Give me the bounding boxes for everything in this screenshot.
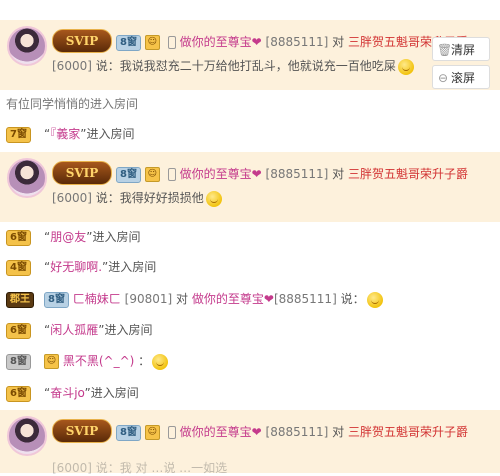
chat-line: 郡王 8窗 ㄈ楠妹ㄈ [90801] 对 做你的至尊宝❤[8885111] 说： xyxy=(0,288,500,310)
sender-id: [90801] xyxy=(124,292,173,306)
sender-num: [6000] xyxy=(52,191,92,205)
sender-num: [6000] xyxy=(52,59,92,73)
to-word: 对 xyxy=(332,425,345,439)
heart-icon: ❤ xyxy=(251,35,262,49)
heart-icon: ❤ xyxy=(263,292,274,306)
sender-id: [8885111] xyxy=(265,425,329,439)
svip-badge: SVIP xyxy=(52,29,112,53)
avatar[interactable] xyxy=(7,416,47,456)
said-word: ： xyxy=(138,354,151,368)
target-name[interactable]: 三胖贺五魁哥荣升子爵 xyxy=(348,167,468,181)
user-name[interactable]: 闲人孤雁 xyxy=(50,323,98,337)
heart-icon: ❤ xyxy=(251,167,262,181)
window-badge: 6窗 xyxy=(6,385,31,402)
sender-id: [8885111] xyxy=(265,167,329,181)
user-icon: ☺ xyxy=(44,354,59,369)
window-badge: 6窗 xyxy=(6,229,31,246)
smile-emoji-icon xyxy=(397,58,414,75)
enter-room-row: 6窗 “奋斗jo”进入房间 xyxy=(0,382,500,404)
sender-id: [8885111] xyxy=(265,35,329,49)
avatar[interactable] xyxy=(7,26,47,66)
avatar[interactable] xyxy=(7,158,47,198)
user-icon: ☺ xyxy=(144,167,160,182)
message-text: 我得好好损损他 xyxy=(119,191,204,205)
scroll-lock-button[interactable]: ⊖ 滚屏 xyxy=(432,65,490,89)
chat-line: 8窗 ☺ 黑不黑(^_^) ： xyxy=(0,350,500,372)
user-icon: ☺ xyxy=(144,35,160,50)
chat-feed: SVIP 8窗 ☺ 做你的至尊宝❤ [8885111] 对 三胖贺五魁哥荣升子爵… xyxy=(0,0,500,475)
window-badge: 8窗 xyxy=(116,166,141,183)
enter-room-row: 6窗 “朋@友”进入房间 xyxy=(0,226,500,248)
sender-name[interactable]: 做你的至尊宝 xyxy=(180,35,252,49)
target-name[interactable]: 做你的至尊宝 xyxy=(192,292,264,306)
message-text: 我说我怼充二十万给他打乱斗，他就说充一百他吃屎 xyxy=(119,59,396,73)
target-id: [8885111] xyxy=(273,292,337,306)
user-name[interactable]: 好无聊啊. xyxy=(50,260,102,274)
said-word: 说： xyxy=(95,191,120,205)
said-word: 说： xyxy=(95,59,120,73)
enter-room-row: 6窗 “闲人孤雁”进入房间 xyxy=(0,319,500,341)
chat-message: SVIP 8窗 ☺ 做你的至尊宝❤ [8885111] 对 三胖贺五魁哥荣升子爵… xyxy=(0,152,500,222)
partial-line: [6000] 说：我 对 …说 …一如选 xyxy=(52,461,228,475)
sender-name[interactable]: 做你的至尊宝 xyxy=(180,167,252,181)
sender-name[interactable]: 黑不黑(^_^) xyxy=(63,354,134,368)
phone-icon xyxy=(167,36,176,49)
user-icon: ☺ xyxy=(144,425,160,440)
chat-message: SVIP 8窗 ☺ 做你的至尊宝❤ [8885111] 对 三胖贺五魁哥荣升子爵… xyxy=(0,410,500,475)
to-word: 对 xyxy=(332,35,345,49)
user-name[interactable]: 朋@友 xyxy=(50,230,86,244)
rank-badge: 郡王 xyxy=(6,291,34,308)
smile-emoji-icon xyxy=(205,190,222,207)
side-buttons: 🗑清屏 ⊖ 滚屏 xyxy=(432,37,490,93)
phone-icon xyxy=(167,426,176,439)
smile-emoji-icon xyxy=(366,291,383,308)
window-badge: 7窗 xyxy=(6,126,31,143)
user-name[interactable]: 奋斗jo xyxy=(50,386,84,400)
enter-room-row: 4窗 “好无聊啊.”进入房间 xyxy=(0,256,500,278)
enter-room-row: 7窗 “『義家”进入房间 xyxy=(0,123,500,145)
user-name[interactable]: 『義家 xyxy=(50,127,80,141)
said-word: 说： xyxy=(340,292,365,306)
window-badge: 8窗 xyxy=(116,424,141,441)
svip-badge: SVIP xyxy=(52,161,112,185)
smile-emoji-icon xyxy=(152,353,169,370)
heart-icon: ❤ xyxy=(251,425,262,439)
sender-name[interactable]: ㄈ楠妹ㄈ xyxy=(73,292,121,306)
sender-name[interactable]: 做你的至尊宝 xyxy=(180,425,252,439)
to-word: 对 xyxy=(332,167,345,181)
clear-button[interactable]: 🗑清屏 xyxy=(432,37,490,61)
system-notice: 有位同学悄悄的进入房间 xyxy=(6,97,139,111)
svip-badge: SVIP xyxy=(52,419,112,443)
window-badge: 4窗 xyxy=(6,259,31,276)
window-badge: 8窗 xyxy=(44,291,69,308)
window-badge: 6窗 xyxy=(6,322,31,339)
window-badge: 8窗 xyxy=(116,34,141,51)
trash-icon: 🗑 xyxy=(437,43,453,57)
phone-icon xyxy=(167,168,176,181)
chat-message: SVIP 8窗 ☺ 做你的至尊宝❤ [8885111] 对 三胖贺五魁哥荣升子爵… xyxy=(0,20,500,90)
target-name[interactable]: 三胖贺五魁哥荣升子爵 xyxy=(348,425,468,439)
window-badge: 8窗 xyxy=(6,353,31,370)
minus-circle-icon: ⊖ xyxy=(437,71,449,85)
to-word: 对 xyxy=(176,292,189,306)
